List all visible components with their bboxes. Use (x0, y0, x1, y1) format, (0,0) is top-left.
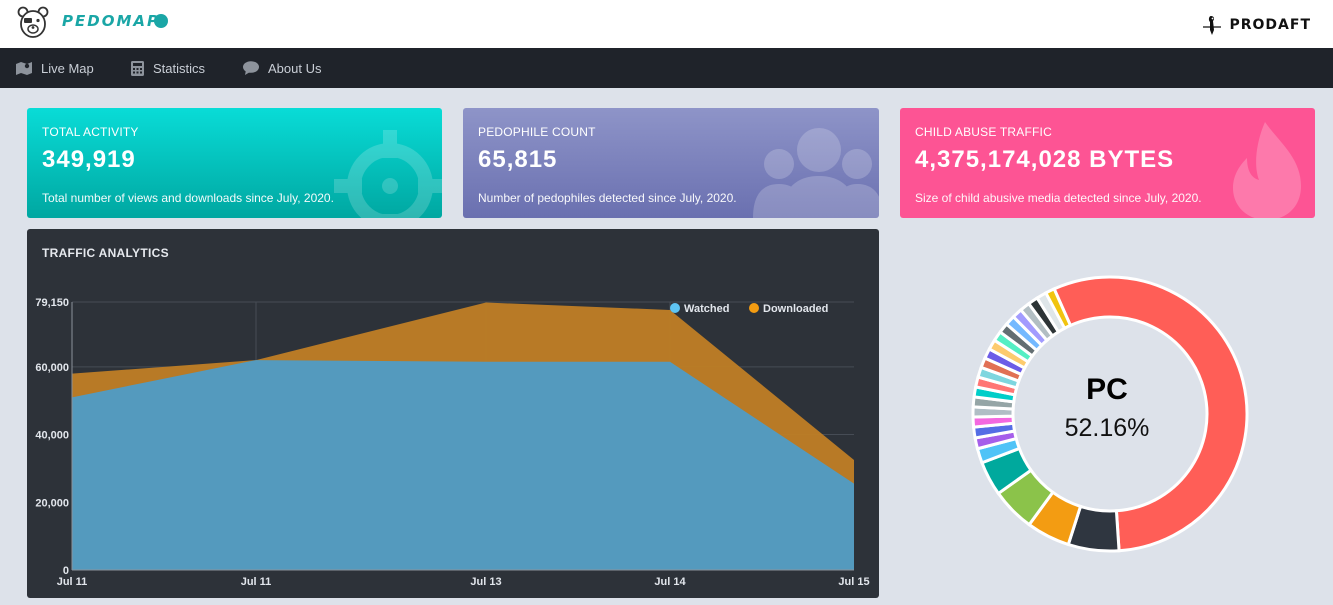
card-title: TOTAL ACTIVITY (42, 125, 139, 139)
card-description: Number of pedophiles detected since July… (478, 191, 737, 205)
bear-logo-icon[interactable] (17, 6, 49, 40)
brand-text: PRODAFT (1229, 17, 1311, 33)
x-tick-label: Jul 15 (838, 576, 869, 588)
nav-label: About Us (268, 60, 322, 76)
card-title: CHILD ABUSE TRAFFIC (915, 125, 1052, 139)
legend-marker (749, 303, 759, 313)
card-title: PEDOPHILE COUNT (478, 125, 596, 139)
pedophile-count-card: PEDOPHILE COUNT 65,815 Number of pedophi… (463, 108, 879, 218)
legend-marker (670, 303, 680, 313)
calculator-icon (131, 60, 144, 76)
card-description: Total number of views and downloads sinc… (42, 191, 334, 205)
logo-dot (154, 14, 168, 28)
parrot-logo-icon (1203, 16, 1222, 35)
users-icon (753, 128, 879, 218)
map-icon (16, 62, 32, 75)
legend-label: Watched (684, 303, 729, 315)
logo-text[interactable]: PEDOMAP (62, 12, 160, 30)
donut-center-percent: 52.16% (1064, 414, 1150, 442)
nav-label: Statistics (153, 60, 206, 76)
fire-icon (1233, 122, 1301, 218)
card-value: 65,815 (478, 146, 558, 173)
y-tick-label: 20,000 (35, 497, 69, 509)
x-tick-label: Jul 11 (241, 576, 272, 588)
card-description: Size of child abusive media detected sin… (915, 191, 1202, 205)
y-tick-label: 40,000 (35, 430, 69, 442)
donut-center-label: PC (1086, 373, 1128, 406)
y-tick-label: 79,150 (35, 297, 69, 309)
card-value: 4,375,174,028 BYTES (915, 146, 1175, 173)
nav-label: Live Map (41, 60, 94, 76)
comment-icon (243, 61, 259, 75)
nav-live-map[interactable]: Live Map (16, 48, 94, 88)
legend-label: Downloaded (763, 303, 828, 315)
total-activity-card: TOTAL ACTIVITY 349,919 Total number of v… (27, 108, 442, 218)
traffic-area-chart[interactable]: 020,00040,00060,00079,150Jul 11 Jul 11 Jul… (27, 229, 879, 598)
traffic-analytics-panel: TRAFFIC ANALYTICS 0 20,000 40,000 60,000 79,… (27, 229, 879, 598)
nav-statistics[interactable]: Statistics (131, 48, 205, 88)
prodaft-brand[interactable]: PRODAFT (1201, 14, 1311, 36)
top-header: PEDOMAP PRODAFT (0, 0, 1333, 48)
card-value: 349,919 (42, 146, 136, 173)
nav-about-us[interactable]: About Us (243, 48, 321, 88)
crosshair-icon (334, 130, 442, 218)
child-abuse-traffic-card: CHILD ABUSE TRAFFIC 4,375,174,028 BYTES … (900, 108, 1315, 218)
y-tick-label: 60,000 (35, 362, 69, 374)
main-nav: Live Map Statistics About Us (0, 48, 1333, 88)
x-tick-label: Jul 13 (470, 576, 501, 588)
x-tick-label: Jul 11 (57, 576, 88, 588)
x-tick-label: Jul 14 (654, 576, 686, 588)
